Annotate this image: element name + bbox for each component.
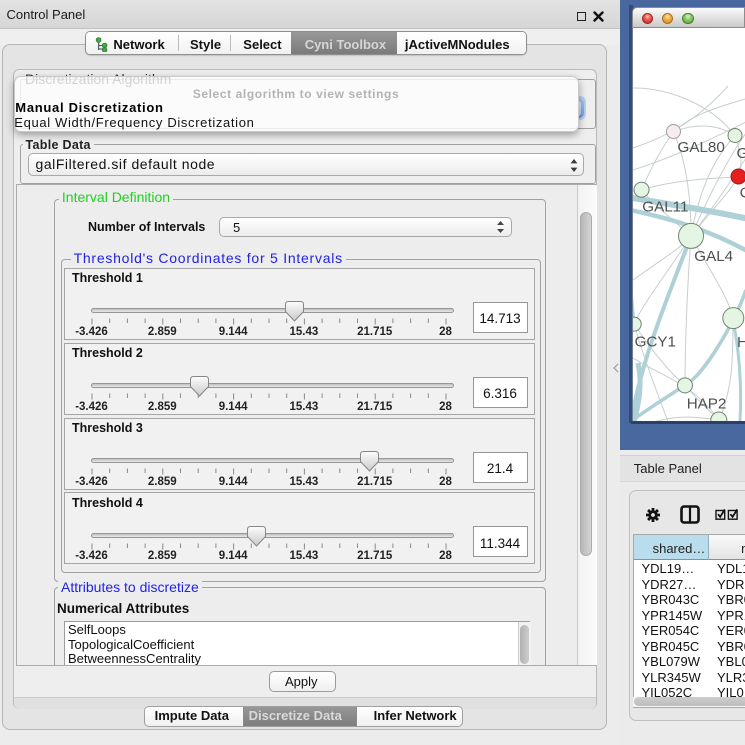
svg-text:GAL80: GAL80 [678,139,725,156]
svg-text:H: H [737,334,745,351]
svg-text:G.: G. [737,145,745,162]
svg-text:GAL11: GAL11 [642,198,688,215]
svg-text:GCY1: GCY1 [635,333,676,350]
svg-text:C: C [740,184,745,201]
svg-text:GAL4: GAL4 [694,247,733,264]
svg-text:HAP2: HAP2 [687,395,727,412]
